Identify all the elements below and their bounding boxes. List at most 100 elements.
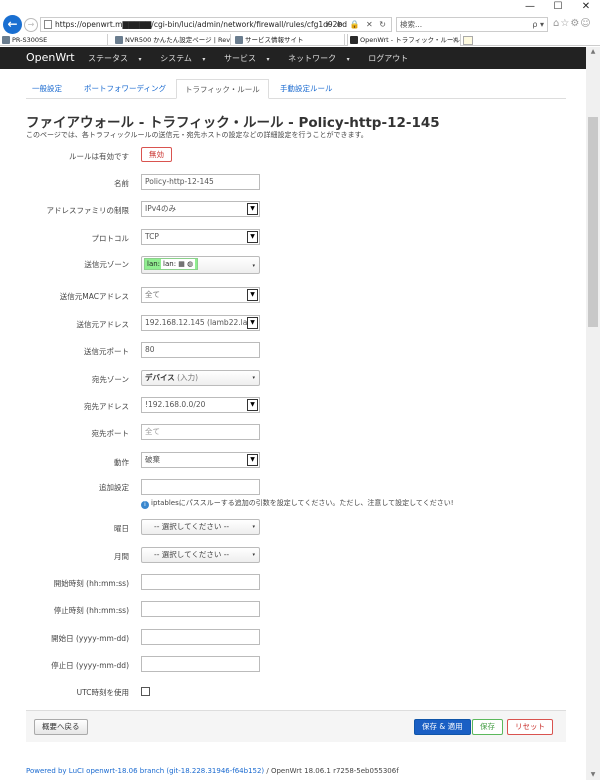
caret-down-icon: ▾ (252, 524, 255, 530)
page-icon (44, 20, 52, 29)
protocol-label: プロトコル (91, 234, 130, 243)
caret-down-icon: ▾ (138, 56, 142, 63)
start-time-label: 開始時刻 (hh:mm:ss) (53, 579, 129, 588)
monthdays-label: 月間 (114, 552, 129, 561)
network-interface-icons: ▦ ◍ (178, 260, 194, 268)
start-date-label: 開始日 (yyyy-mm-dd) (51, 634, 129, 643)
dest-addr-select[interactable]: !192.168.0.0/20 ▼ (141, 397, 260, 413)
tab-traffic-rules[interactable]: トラフィック・ルール (176, 79, 269, 99)
minimize-button[interactable]: — (518, 0, 542, 14)
favicon-icon (2, 36, 10, 44)
name-input[interactable]: Policy-http-12-145 (141, 174, 260, 190)
favicon-icon (235, 36, 243, 44)
caret-down-icon: ▾ (202, 56, 206, 63)
monthdays-dropdown[interactable]: -- 選択してください -- ▾ (141, 547, 260, 563)
dropdown-arrow-icon: ▼ (247, 317, 258, 329)
utc-checkbox[interactable] (141, 687, 150, 696)
caret-down-icon: ▾ (252, 375, 255, 381)
browser-tab-1[interactable]: PR-S300SE (0, 34, 108, 46)
close-window-button[interactable]: ✕ (574, 0, 598, 14)
dest-zone-dropdown[interactable]: デバイス (入力) ▾ (141, 370, 260, 386)
powered-by-footer: Powered by LuCI openwrt-18.06 branch (gi… (26, 767, 399, 775)
back-to-overview-button[interactable]: 概要へ戻る (34, 719, 88, 735)
menu-services[interactable]: サービス ▾ (224, 54, 278, 63)
reset-button[interactable]: リセット (507, 719, 553, 735)
scroll-thumb[interactable] (588, 117, 598, 327)
window-titlebar: — ☐ ✕ (0, 0, 600, 14)
action-select[interactable]: 破棄 ▼ (141, 452, 260, 468)
disable-rule-button[interactable]: 無効 (141, 147, 172, 162)
dropdown-arrow-icon: ▼ (247, 203, 258, 215)
search-placeholder: 検索... (400, 20, 423, 29)
start-time-input[interactable] (141, 574, 260, 590)
address-row: ← → https://openwrt.m▇▇▇▇▇/cgi-bin/luci/… (0, 14, 600, 34)
firewall-subtabs: 一般設定 ポートフォワーディング トラフィック・ルール 手動設定ルール (26, 79, 566, 99)
url-tools-icons[interactable]: ▾ ⊕ 🔒 ✕ ↻ (326, 18, 388, 31)
start-date-input[interactable] (141, 629, 260, 645)
src-port-label: 送信元ポート (84, 347, 129, 356)
dropdown-arrow-icon: ▼ (247, 231, 258, 243)
stop-time-input[interactable] (141, 601, 260, 617)
dest-zone-label: 宛先ゾーン (91, 375, 129, 384)
tab-general[interactable]: 一般設定 (32, 79, 62, 99)
dropdown-arrow-icon: ▼ (247, 454, 258, 466)
src-zone-dropdown[interactable]: lan: lan: ▦ ◍ ▾ (141, 256, 260, 274)
weekdays-dropdown[interactable]: -- 選択してください -- ▾ (141, 519, 260, 535)
weekdays-label: 曜日 (114, 524, 129, 533)
info-icon: i (141, 501, 149, 509)
src-addr-label: 送信元アドレス (76, 320, 130, 329)
enabled-label: ルールは有効です (69, 152, 129, 161)
url-bar[interactable]: https://openwrt.m▇▇▇▇▇/cgi-bin/luci/admi… (40, 17, 392, 32)
luci-link[interactable]: Powered by LuCI openwrt-18.06 branch (gi… (26, 767, 264, 775)
caret-down-icon: ▾ (266, 56, 270, 63)
tab-custom-rules[interactable]: 手動設定ルール (280, 79, 333, 99)
close-tab-icon[interactable]: ✕ (452, 34, 458, 46)
src-addr-select[interactable]: 192.168.12.145 (lamb22.lan) ▼ (141, 315, 260, 331)
zone-chip-lan: lan: lan: ▦ ◍ (144, 258, 199, 270)
menu-network[interactable]: ネットワーク ▾ (288, 54, 358, 63)
save-button[interactable]: 保存 (472, 719, 503, 735)
stop-time-label: 停止時刻 (hh:mm:ss) (53, 606, 129, 615)
page-title: ファイアウォール - トラフィック・ルール - Policy-http-12-1… (26, 115, 440, 131)
stop-date-input[interactable] (141, 656, 260, 672)
home-favorites-settings-icons[interactable]: ⌂☆⚙☺ (553, 18, 592, 29)
protocol-select[interactable]: TCP ▼ (141, 229, 260, 245)
menu-status[interactable]: ステータス ▾ (88, 54, 150, 63)
extra-hint: i iptablesにパススルーする追加の引数を設定してください。ただし、注意して… (141, 498, 454, 509)
name-label: 名前 (114, 179, 129, 188)
save-apply-button[interactable]: 保存 & 適用 (414, 719, 471, 735)
maximize-button[interactable]: ☐ (546, 0, 570, 14)
main-menu: ステータス ▾ システム ▾ サービス ▾ ネットワーク ▾ ログアウト (88, 53, 416, 64)
brand-logo[interactable]: OpenWrt (26, 51, 75, 64)
form-actions: 概要へ戻る 保存 & 適用 保存 リセット (26, 710, 566, 742)
stop-date-label: 停止日 (yyyy-mm-dd) (51, 661, 129, 670)
browser-tab-2[interactable]: NVR500 かんたん設定ページ | Rev... (113, 34, 231, 46)
favicon-icon (350, 36, 358, 44)
back-arrow-icon[interactable]: ← (3, 15, 22, 34)
dest-port-input[interactable]: 全て (141, 424, 260, 440)
browser-tab-3[interactable]: サービス情報サイト (233, 34, 345, 46)
src-mac-label: 送信元MACアドレス (59, 292, 129, 301)
dest-port-label: 宛先ポート (91, 429, 130, 438)
browser-tab-active[interactable]: OpenWrt - トラフィック・ルール -... ✕ (347, 34, 461, 46)
family-select[interactable]: IPv4のみ ▼ (141, 201, 260, 217)
src-port-input[interactable]: 80 (141, 342, 260, 358)
utc-label: UTC時刻を使用 (76, 688, 129, 697)
forward-arrow-icon[interactable]: → (24, 18, 38, 32)
new-tab-button[interactable] (463, 36, 473, 45)
caret-down-icon: ▾ (346, 56, 350, 63)
scroll-down-icon[interactable]: ▼ (586, 770, 600, 780)
browser-tabs: PR-S300SE NVR500 かんたん設定ページ | Rev... サービス… (0, 34, 600, 46)
search-icon[interactable]: ρ ▾ (532, 18, 544, 31)
page-content: OpenWrt ステータス ▾ システム ▾ サービス ▾ ネットワーク ▾ ロ… (0, 47, 586, 780)
action-label: 動作 (114, 458, 129, 467)
menu-logout[interactable]: ログアウト (368, 54, 408, 63)
menu-system[interactable]: システム ▾ (160, 54, 213, 63)
tab-port-forwarding[interactable]: ポートフォワーディング (84, 79, 166, 99)
extra-args-input[interactable] (141, 479, 260, 495)
page-scrollbar[interactable]: ▲ ▼ (586, 47, 600, 780)
family-label: アドレスファミリの制限 (46, 206, 130, 215)
src-mac-select[interactable]: 全て ▼ (141, 287, 260, 303)
search-input[interactable]: 検索... ρ ▾ (396, 17, 548, 32)
scroll-up-icon[interactable]: ▲ (586, 47, 600, 57)
